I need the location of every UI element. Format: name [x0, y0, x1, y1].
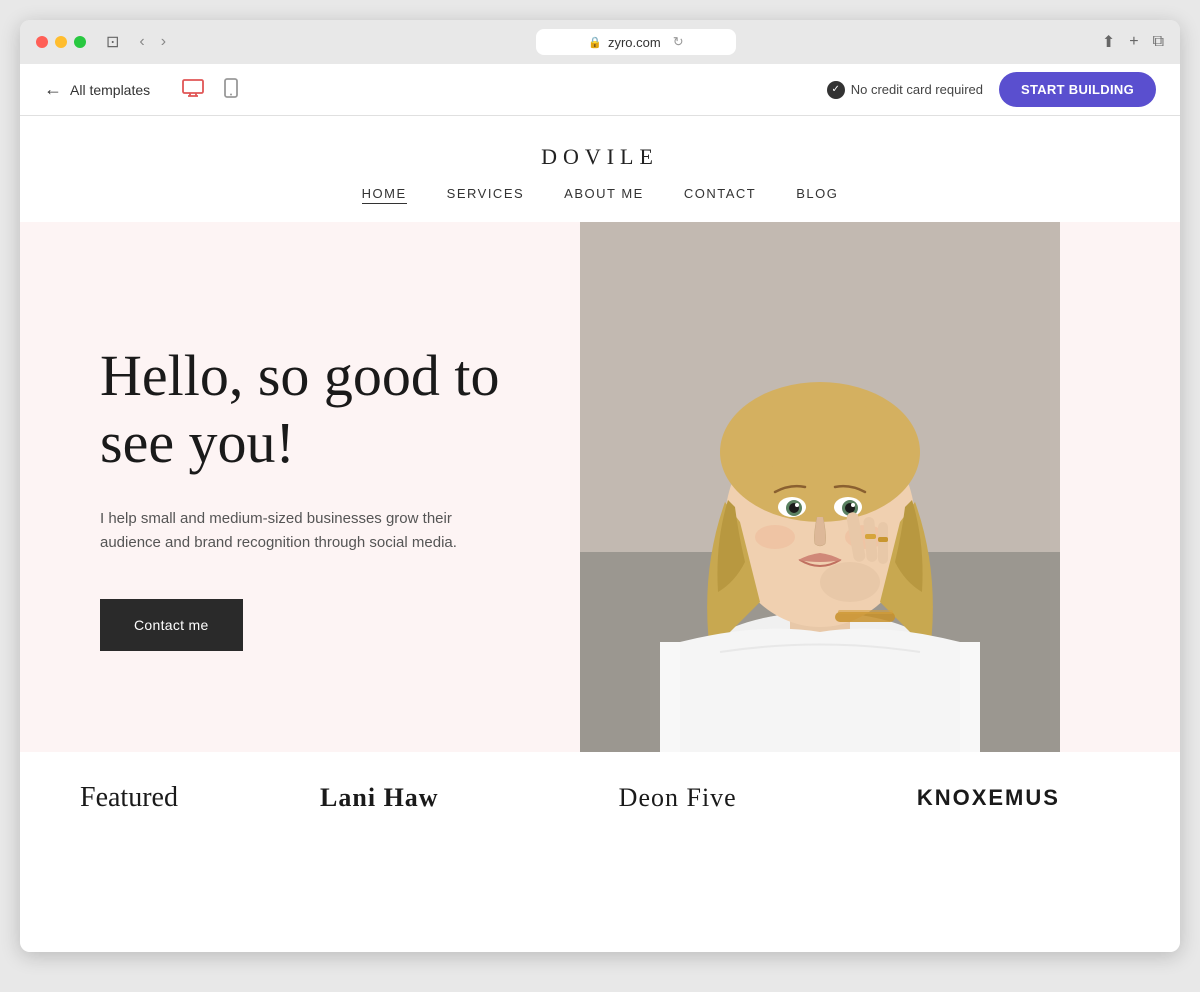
back-arrow-icon[interactable]: ←: [44, 79, 62, 100]
website-preview: DOVILE HOME SERVICES ABOUT ME CONTACT BL…: [20, 116, 1180, 952]
featured-brands: Lani Haw Deon Five KNOXEMUS: [260, 783, 1120, 813]
hero-content: Hello, so good to see you! I help small …: [20, 222, 580, 752]
tabs-icon[interactable]: ⧉: [1153, 33, 1164, 51]
brand-deon-five: Deon Five: [619, 783, 737, 813]
mobile-icon: [224, 78, 238, 98]
close-button[interactable]: [36, 36, 48, 48]
site-logo: DOVILE: [20, 144, 1180, 170]
hero-section: Hello, so good to see you! I help small …: [20, 222, 1180, 752]
sidebar-toggle-icon[interactable]: ⊡: [106, 32, 119, 52]
hero-image: [580, 222, 1060, 752]
brand-lani-haw: Lani Haw: [320, 783, 439, 813]
hero-subtext: I help small and medium-sized businesses…: [100, 507, 480, 555]
browser-titlebar: ⊡ ‹ › 🔒 zyro.com ↻ ⬆ + ⧉: [20, 20, 1180, 64]
minimize-button[interactable]: [55, 36, 67, 48]
lock-icon: 🔒: [588, 36, 602, 49]
site-nav: HOME SERVICES ABOUT ME CONTACT BLOG: [20, 170, 1180, 222]
contact-me-button[interactable]: Contact me: [100, 599, 243, 651]
nav-blog[interactable]: BLOG: [796, 186, 838, 204]
url-text: zyro.com: [608, 35, 661, 50]
no-credit-card-badge: ✓ No credit card required: [827, 81, 983, 99]
desktop-view-button[interactable]: [178, 74, 208, 105]
browser-window: ⊡ ‹ › 🔒 zyro.com ↻ ⬆ + ⧉ ← All templates: [20, 20, 1180, 952]
start-building-button[interactable]: START BUILDING: [999, 72, 1156, 107]
toolbar-left: ← All templates: [44, 74, 242, 105]
traffic-lights: [36, 36, 86, 48]
nav-services[interactable]: SERVICES: [447, 186, 525, 204]
brand-knoxemus: KNOXEMUS: [917, 785, 1060, 811]
app-toolbar: ← All templates: [20, 64, 1180, 116]
featured-section: Featured Lani Haw Deon Five KNOXEMUS: [20, 752, 1180, 844]
device-toggle: [178, 74, 242, 105]
nav-about[interactable]: ABOUT ME: [564, 186, 644, 204]
nav-contact[interactable]: CONTACT: [684, 186, 756, 204]
maximize-button[interactable]: [74, 36, 86, 48]
back-nav-button[interactable]: ‹: [135, 31, 148, 53]
toolbar-right: ✓ No credit card required START BUILDING: [827, 72, 1156, 107]
hero-heading: Hello, so good to see you!: [100, 343, 520, 476]
desktop-icon: [182, 79, 204, 97]
browser-navigation: ‹ ›: [135, 31, 170, 53]
site-header: DOVILE HOME SERVICES ABOUT ME CONTACT BL…: [20, 116, 1180, 222]
check-icon: ✓: [827, 81, 845, 99]
url-bar[interactable]: 🔒 zyro.com ↻: [536, 29, 736, 55]
share-icon[interactable]: ⬆: [1102, 32, 1115, 52]
nav-home[interactable]: HOME: [362, 186, 407, 204]
browser-actions: ⬆ + ⧉: [1102, 32, 1164, 52]
browser-addressbar: 🔒 zyro.com ↻: [182, 29, 1090, 55]
all-templates-link[interactable]: All templates: [70, 82, 150, 98]
hero-portrait-svg: [580, 222, 1060, 752]
refresh-icon[interactable]: ↻: [673, 34, 684, 50]
forward-nav-button[interactable]: ›: [157, 31, 170, 53]
new-tab-icon[interactable]: +: [1129, 33, 1138, 51]
no-credit-card-text: No credit card required: [851, 82, 983, 97]
mobile-view-button[interactable]: [220, 74, 242, 105]
featured-label: Featured: [80, 782, 260, 814]
